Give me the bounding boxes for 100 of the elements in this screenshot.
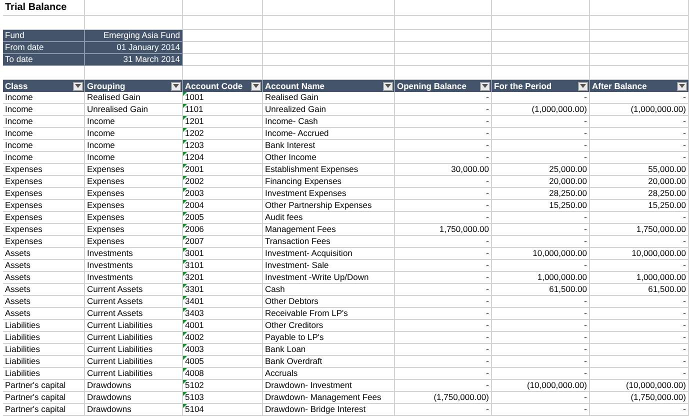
table-cell: Cash [265,284,285,294]
corner-triangle-icon [183,332,187,336]
table-cell: - [486,344,489,354]
table-cell: Expenses [5,164,42,174]
corner-triangle-icon [183,212,187,216]
table-cell: Accruals [265,368,298,378]
info-label: Fund [3,30,85,42]
table-cell: (1,750,000.00) [630,392,686,402]
corner-triangle-icon [183,296,187,300]
table-cell: 5103 [185,392,204,402]
table-cell: 1203 [185,140,204,150]
table-cell: Drawdown- Bridge Interest [265,404,366,414]
table-cell: Unrealised Gain [87,104,148,114]
table-cell: - [486,152,489,162]
table-cell: - [584,368,587,378]
table-cell: 1,000,000.00 [636,272,686,282]
table-cell: Investment -Write Up/Down [265,272,369,282]
filter-dropdown-button[interactable] [251,82,261,90]
table-cell: - [683,236,686,246]
caret-icon [75,84,81,88]
table-cell: 1101 [185,104,204,114]
table-cell: Expenses [87,188,124,198]
table-cell: Drawdown- Investment [265,380,352,390]
table-cell: Assets [5,260,31,270]
column-header: Opening Balance [397,80,466,92]
table-cell: - [486,200,489,210]
corner-triangle-icon [183,140,187,144]
filter-dropdown-button[interactable] [171,82,181,90]
table-cell: 10,000,000.00 [532,248,587,258]
table-cell: Liabilities [5,356,40,366]
table-cell: Other Debtors [265,296,318,306]
column-header: Account Name [265,80,325,92]
corner-triangle-icon [183,116,187,120]
table-cell: - [486,260,489,270]
table-cell: 55,000.00 [648,164,686,174]
corner-triangle-icon [183,308,187,312]
table-cell: Transaction Fees [265,236,330,246]
table-cell: 5102 [185,380,204,390]
info-value: 01 January 2014 [85,42,183,54]
table-cell: - [683,260,686,270]
corner-triangle-icon [183,284,187,288]
corner-triangle-icon [183,380,187,384]
table-cell: - [486,176,489,186]
filter-dropdown-button[interactable] [383,82,393,90]
table-cell: Drawdowns [87,404,132,414]
caret-icon [482,84,488,88]
caret-icon [679,84,685,88]
table-cell: Income [5,116,33,126]
table-cell: (1,000,000.00) [630,104,686,114]
table-cell: 2005 [185,212,204,222]
table-cell: Audit fees [265,212,303,222]
filter-dropdown-button[interactable] [480,82,490,90]
column-header: After Balance [592,80,647,92]
table-cell: Assets [5,272,31,282]
table-cell: - [584,92,587,102]
table-cell: 15,250.00 [549,200,587,210]
table-cell: Income [5,92,33,102]
table-cell: 20,000.00 [549,176,587,186]
corner-triangle-icon [183,392,187,396]
table-cell: - [584,404,587,414]
table-cell: Income [5,140,33,150]
table-cell: Unrealized Gain [265,104,326,114]
table-cell: - [584,296,587,306]
filter-dropdown-button[interactable] [677,82,687,90]
table-cell: 2007 [185,236,204,246]
table-cell: - [486,296,489,306]
corner-triangle-icon [183,128,187,132]
table-cell: - [683,356,686,366]
table-cell: Income [5,128,33,138]
table-cell: Assets [5,284,31,294]
table-cell: - [683,128,686,138]
table-cell: Expenses [87,224,124,234]
table-cell: - [683,92,686,102]
info-label: To date [3,54,85,66]
table-cell: Current Assets [87,308,143,318]
table-cell: 4008 [185,368,204,378]
table-cell: - [584,260,587,270]
table-cell: - [486,140,489,150]
table-cell: 15,250.00 [648,200,686,210]
table-cell: Other Partnership Expenses [265,200,372,210]
corner-triangle-icon [183,152,187,156]
corner-triangle-icon [183,164,187,168]
table-cell: Expenses [5,212,42,222]
table-cell: - [683,368,686,378]
table-cell: - [486,356,489,366]
filter-dropdown-button[interactable] [578,82,588,90]
table-cell: Income [87,128,115,138]
table-cell: Current Liabilities [87,356,153,366]
table-cell: Income [87,140,115,150]
table-cell: - [683,140,686,150]
table-cell: 20,000.00 [648,176,686,186]
filter-dropdown-button[interactable] [73,82,83,90]
table-cell: - [486,236,489,246]
table-cell: - [683,404,686,414]
table-cell: Drawdown- Management Fees [265,392,382,402]
table-cell: Current Liabilities [87,344,153,354]
table-cell: Other Income [265,152,316,162]
corner-triangle-icon [183,404,187,408]
table-cell: 2004 [185,200,204,210]
table-cell: - [584,308,587,318]
